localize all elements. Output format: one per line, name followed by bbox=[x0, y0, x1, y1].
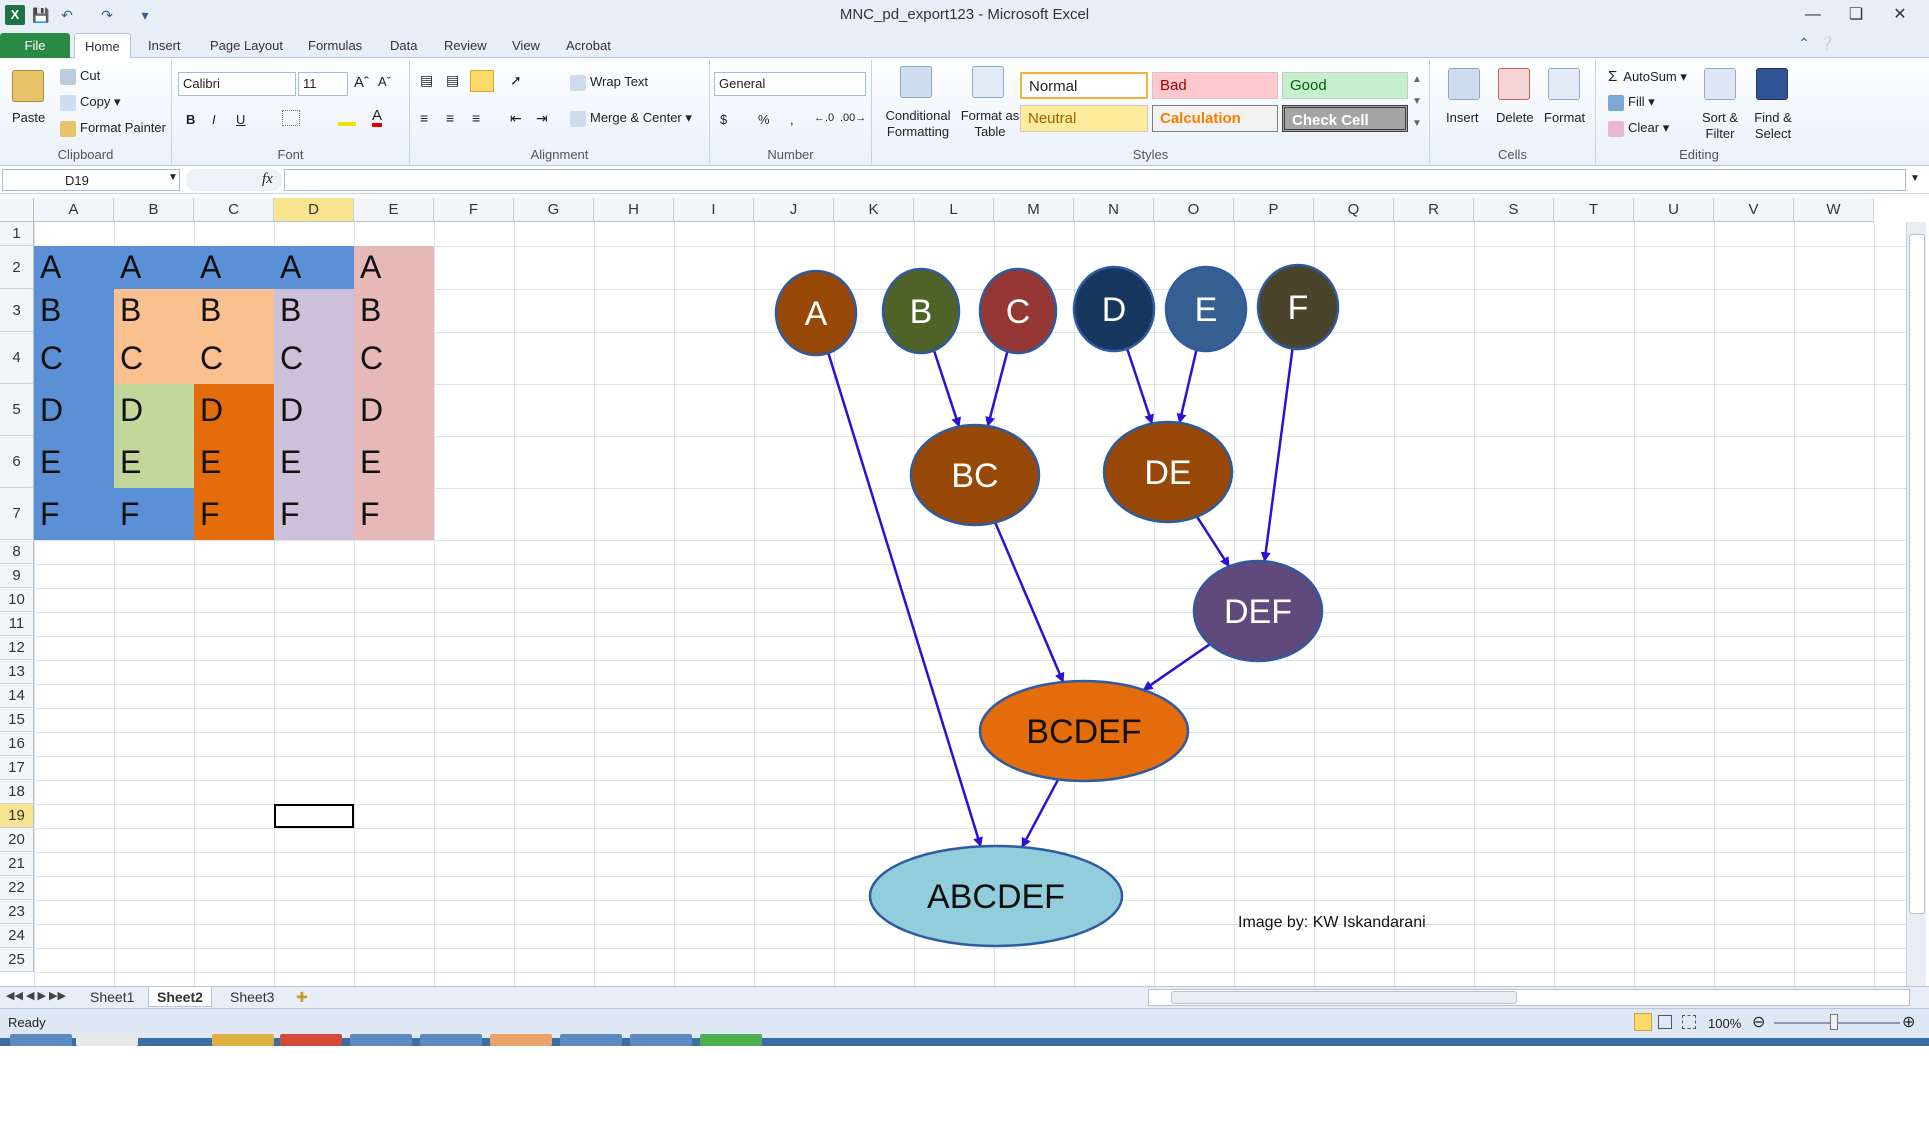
edge-de-to-def bbox=[1195, 515, 1231, 568]
edge-c-to-bc bbox=[985, 351, 1009, 427]
node-f[interactable]: F bbox=[1256, 263, 1340, 351]
node-bcdef[interactable]: BCDEF bbox=[978, 679, 1190, 783]
taskbar-item-9[interactable] bbox=[630, 1034, 692, 1046]
status-ready: Ready bbox=[8, 1015, 46, 1030]
zoom-out-icon[interactable]: ⊖ bbox=[1752, 1012, 1765, 1032]
tree-diagram: A B C D E FBC DEDEFBCDEFABCDEF Image by: KW Is… bbox=[774, 263, 1426, 948]
node-label-a: A bbox=[805, 295, 828, 333]
insert-sheet-icon[interactable]: ✚ bbox=[296, 989, 308, 1006]
taskbar-item-2[interactable] bbox=[76, 1034, 138, 1046]
taskbar-item-1[interactable] bbox=[10, 1034, 72, 1046]
horizontal-scroll-thumb[interactable] bbox=[1171, 991, 1517, 1004]
node-label-de: DE bbox=[1144, 454, 1191, 492]
node-label-b: B bbox=[910, 293, 933, 331]
node-b[interactable]: B bbox=[881, 267, 961, 355]
node-bc[interactable]: BC bbox=[909, 423, 1041, 527]
normal-view-icon[interactable] bbox=[1634, 1013, 1652, 1031]
sheet-tab-3[interactable]: Sheet3 bbox=[222, 987, 282, 1007]
node-label-def: DEF bbox=[1224, 593, 1292, 631]
sheet-tab-2[interactable]: Sheet2 bbox=[148, 987, 212, 1007]
edge-f-to-def bbox=[1260, 348, 1294, 563]
credit-text: Image by: KW Iskandarani bbox=[1238, 914, 1426, 931]
page-layout-view-icon[interactable] bbox=[1658, 1015, 1672, 1029]
page-break-view-icon[interactable] bbox=[1682, 1015, 1696, 1029]
first-sheet-icon[interactable]: ◀◀ ◀ ▶ ▶▶ bbox=[6, 989, 66, 1002]
taskbar-item-5[interactable] bbox=[350, 1034, 412, 1046]
taskbar-item-7[interactable] bbox=[490, 1034, 552, 1046]
edge-bc-to-bcdef bbox=[994, 521, 1065, 683]
sheet-tab-bar: ◀◀ ◀ ▶ ▶▶ Sheet1 Sheet2 Sheet3 ✚ bbox=[0, 986, 1929, 1008]
node-e[interactable]: E bbox=[1164, 265, 1248, 353]
taskbar bbox=[0, 1034, 1929, 1046]
node-label-c: C bbox=[1006, 293, 1031, 331]
taskbar-item-3[interactable] bbox=[212, 1034, 274, 1046]
zoom-level[interactable]: 100% bbox=[1708, 1016, 1741, 1031]
taskbar-item-8[interactable] bbox=[560, 1034, 622, 1046]
zoom-in-icon[interactable]: ⊕ bbox=[1902, 1012, 1915, 1032]
edge-bcdef-to-abcdef bbox=[1020, 778, 1060, 848]
edge-d-to-de bbox=[1125, 348, 1154, 425]
edge-def-to-bcdef bbox=[1142, 643, 1211, 692]
node-a[interactable]: A bbox=[774, 269, 858, 357]
edge-b-to-bc bbox=[932, 350, 961, 428]
node-d[interactable]: D bbox=[1072, 265, 1156, 353]
edge-e-to-de bbox=[1176, 349, 1198, 424]
zoom-slider-handle[interactable] bbox=[1830, 1014, 1838, 1030]
node-c[interactable]: C bbox=[978, 267, 1058, 355]
node-label-d: D bbox=[1102, 291, 1127, 329]
horizontal-scrollbar[interactable] bbox=[1148, 989, 1910, 1006]
node-def[interactable]: DEF bbox=[1192, 559, 1324, 663]
node-de[interactable]: DE bbox=[1102, 420, 1234, 524]
taskbar-item-10[interactable] bbox=[700, 1034, 762, 1046]
node-label-bc: BC bbox=[951, 457, 998, 495]
taskbar-item-4[interactable] bbox=[280, 1034, 342, 1046]
node-label-f: F bbox=[1288, 289, 1309, 327]
node-label-abcdef: ABCDEF bbox=[927, 878, 1065, 916]
taskbar-item-6[interactable] bbox=[420, 1034, 482, 1046]
node-label-e: E bbox=[1195, 291, 1218, 329]
node-abcdef[interactable]: ABCDEF bbox=[868, 844, 1124, 948]
sheet-tab-1[interactable]: Sheet1 bbox=[82, 987, 142, 1007]
node-label-bcdef: BCDEF bbox=[1026, 713, 1141, 751]
